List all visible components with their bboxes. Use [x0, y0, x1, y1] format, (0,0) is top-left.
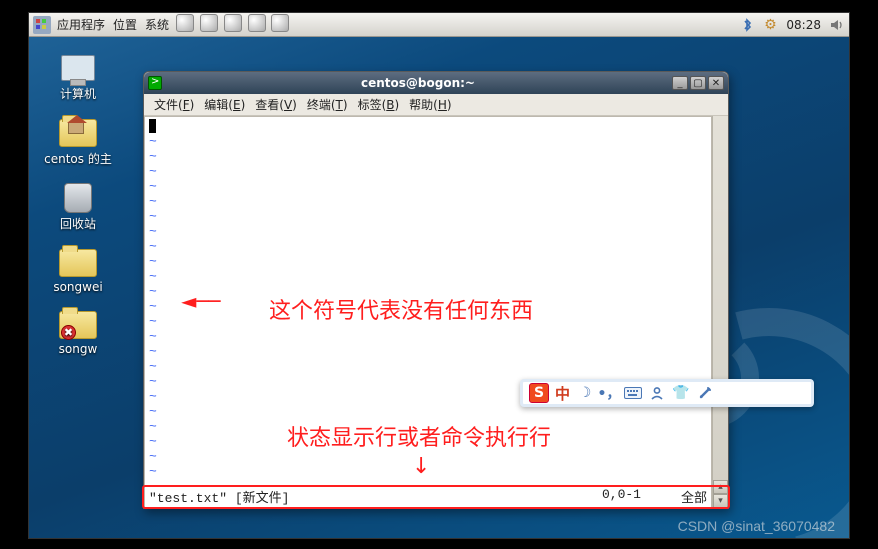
- annotation-arrow-icon: ◄──: [181, 289, 220, 313]
- desktop-icon-label: songw: [59, 342, 98, 356]
- desktop-icon-label: centos 的主: [44, 150, 112, 167]
- launcher-icon[interactable]: [224, 14, 242, 32]
- desktop-icon-label: songwei: [53, 280, 102, 294]
- annotation-note-tilde: 这个符号代表没有任何东西: [269, 293, 533, 325]
- annotation-arrow-icon: ↓: [412, 454, 430, 479]
- ime-toolbar[interactable]: S 中 ☽ •， 👕: [520, 379, 814, 407]
- desktop-icon-trash[interactable]: 回收站: [33, 181, 123, 232]
- desktop-icons: 计算机 centos 的主 回收站 songwei ✖ songw: [33, 51, 123, 356]
- ime-punct-icon[interactable]: •，: [600, 384, 618, 402]
- text-cursor: [149, 119, 156, 133]
- ime-skin-icon[interactable]: 👕: [672, 384, 690, 402]
- network-icon[interactable]: ⚙: [762, 17, 778, 33]
- desktop-icon-label: 回收站: [60, 215, 96, 232]
- ime-softkeyboard-icon[interactable]: [624, 384, 642, 402]
- scrollbar-track[interactable]: [713, 116, 728, 480]
- menu-help[interactable]: 帮助(H): [405, 94, 455, 115]
- ime-mode-label[interactable]: 中: [555, 383, 570, 404]
- desktop-icon-home[interactable]: centos 的主: [33, 116, 123, 167]
- distro-logo-icon[interactable]: [33, 16, 51, 34]
- terminal-menubar: 文件(F) 编辑(E) 查看(V) 终端(T) 标签(B) 帮助(H): [144, 94, 728, 116]
- panel-menu-applications[interactable]: 应用程序: [55, 16, 107, 33]
- desktop-icon-folder[interactable]: ✖ songw: [33, 308, 123, 356]
- trash-icon: [64, 183, 92, 213]
- watermark-text: CSDN @sinat_36070482: [678, 518, 835, 534]
- ime-user-icon[interactable]: [648, 384, 666, 402]
- terminal-icon: [148, 76, 162, 90]
- menu-edit[interactable]: 编辑(E): [200, 94, 249, 115]
- volume-icon[interactable]: [829, 17, 845, 33]
- menu-terminal[interactable]: 终端(T): [303, 94, 352, 115]
- desktop-icon-folder[interactable]: songwei: [33, 246, 123, 294]
- menu-view[interactable]: 查看(V): [251, 94, 301, 115]
- gnome-top-panel: 应用程序 位置 系统 ⚙ 08:28: [29, 13, 849, 37]
- home-badge-icon: [68, 122, 84, 134]
- launcher-icon[interactable]: [271, 14, 289, 32]
- ime-logo-icon[interactable]: S: [529, 383, 549, 403]
- launcher-icon[interactable]: [248, 14, 266, 32]
- desktop-icon-computer[interactable]: 计算机: [33, 51, 123, 102]
- panel-clock[interactable]: 08:28: [784, 18, 823, 32]
- launcher-icon[interactable]: [200, 14, 218, 32]
- launcher-icon[interactable]: [176, 14, 194, 32]
- panel-menu-places[interactable]: 位置: [111, 16, 139, 33]
- screenshot-frame: 应用程序 位置 系统 ⚙ 08:28 计算机: [28, 12, 850, 539]
- ime-settings-icon[interactable]: [696, 384, 714, 402]
- error-badge-icon: ✖: [61, 325, 76, 340]
- minimize-button[interactable]: _: [672, 76, 688, 90]
- annotation-note-statusline: 状态显示行或者命令执行行: [287, 420, 551, 452]
- terminal-scrollbar[interactable]: ▴ ▾: [712, 116, 728, 508]
- computer-icon: [61, 55, 95, 81]
- close-button[interactable]: ✕: [708, 76, 724, 90]
- panel-menu-system[interactable]: 系统: [143, 16, 171, 33]
- desktop-icon-label: 计算机: [60, 85, 96, 102]
- window-title: centos@bogon:~: [166, 76, 670, 90]
- folder-icon: [59, 249, 97, 277]
- annotation-highlight-box: [142, 485, 730, 509]
- maximize-button[interactable]: ▢: [690, 76, 706, 90]
- bluetooth-icon[interactable]: [740, 17, 756, 33]
- menu-tabs[interactable]: 标签(B): [354, 94, 404, 115]
- ime-moon-icon[interactable]: ☽: [576, 384, 594, 402]
- menu-file[interactable]: 文件(F): [150, 94, 198, 115]
- panel-launchers[interactable]: [175, 14, 290, 35]
- window-titlebar[interactable]: centos@bogon:~ _ ▢ ✕: [144, 72, 728, 94]
